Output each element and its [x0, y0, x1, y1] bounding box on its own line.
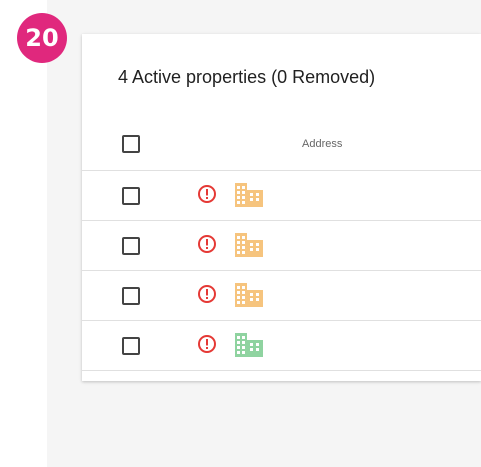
table-row[interactable]	[82, 271, 481, 321]
building-icon	[235, 283, 263, 307]
table-header-row: Address	[82, 120, 481, 171]
select-all-checkbox[interactable]	[122, 135, 140, 153]
card-title: 4 Active properties (0 Removed)	[118, 67, 376, 87]
table-row[interactable]	[82, 171, 481, 221]
page: 20 4 Active properties (0 Removed) Addre…	[0, 0, 481, 467]
building-icon	[235, 183, 263, 207]
step-badge: 20	[17, 13, 67, 63]
alert-circle-icon	[198, 235, 216, 253]
alert-circle-icon	[198, 185, 216, 203]
alert-circle-icon	[198, 285, 216, 303]
row-checkbox[interactable]	[122, 287, 140, 305]
building-icon	[235, 233, 263, 257]
table-row[interactable]	[82, 221, 481, 271]
column-header-address[interactable]: Address	[302, 138, 342, 150]
alert-circle-icon	[198, 335, 216, 353]
table-row[interactable]	[82, 321, 481, 371]
row-checkbox[interactable]	[122, 337, 140, 355]
row-checkbox[interactable]	[122, 237, 140, 255]
row-checkbox[interactable]	[122, 187, 140, 205]
building-icon	[235, 333, 263, 357]
properties-card: 4 Active properties (0 Removed) Address	[82, 34, 481, 381]
